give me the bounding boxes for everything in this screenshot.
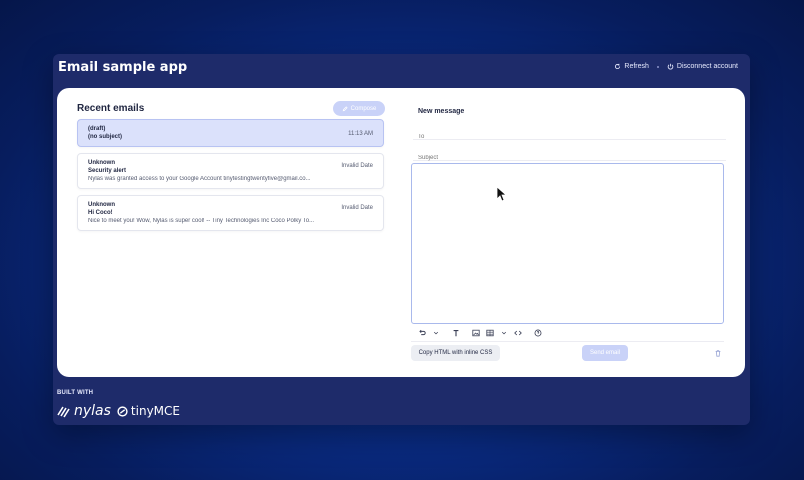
app-title: Email sample app [58, 60, 188, 75]
toolbar-divider [411, 341, 724, 342]
nylas-wordmark: nylas [74, 403, 111, 419]
editor-toolbar [417, 328, 543, 338]
built-with-label: BUILT WITH [57, 390, 94, 396]
table-icon[interactable] [485, 328, 495, 338]
app-window: Email sample app Refresh Disconnect acco… [53, 54, 750, 425]
chevron-down-icon[interactable] [431, 328, 441, 338]
top-actions: Refresh Disconnect account [614, 63, 738, 70]
text-format-icon[interactable] [451, 328, 461, 338]
help-icon[interactable] [533, 328, 543, 338]
email-subject: Security alert [88, 168, 127, 174]
email-subject: Hi Coco! [88, 210, 113, 216]
pencil-icon [342, 105, 348, 111]
email-from: (draft) [88, 126, 106, 132]
chevron-down-icon[interactable] [499, 328, 509, 338]
email-subject: (no subject) [88, 134, 122, 140]
email-date: Invalid Date [341, 205, 373, 211]
footer-logos: nylas tinyMCE [57, 403, 180, 419]
email-date: 11:13 AM [348, 131, 373, 137]
send-email-button[interactable]: Send email [582, 345, 628, 361]
mouse-cursor-icon [496, 186, 506, 202]
undo-icon[interactable] [417, 328, 427, 338]
subject-input[interactable] [413, 155, 731, 161]
nylas-mark-icon [57, 406, 70, 418]
trash-icon[interactable] [714, 349, 722, 357]
refresh-icon [615, 63, 621, 70]
separator-dot [656, 65, 659, 68]
code-icon[interactable] [513, 328, 523, 338]
subject-field-row [413, 146, 731, 161]
tinymce-logo: tinyMCE [117, 404, 180, 418]
recent-emails-title: Recent emails [77, 103, 145, 114]
image-icon[interactable] [471, 328, 481, 338]
email-item[interactable]: Unknown Security alert Nylas was granted… [77, 153, 384, 189]
message-editor[interactable] [411, 163, 724, 324]
tinymce-wordmark: tinyMCE [130, 404, 180, 418]
email-from: Unknown [88, 160, 115, 166]
tinymce-mark-icon [117, 405, 128, 417]
email-item[interactable]: Unknown Hi Coco! Nice to meet you! Wow, … [77, 195, 384, 231]
email-date: Invalid Date [341, 163, 373, 169]
composer-title: New message [418, 108, 465, 115]
email-list: (draft) (no subject) 11:13 AM Unknown Se… [77, 119, 384, 237]
email-item[interactable]: (draft) (no subject) 11:13 AM [77, 119, 384, 147]
nylas-logo: nylas [57, 403, 111, 419]
email-from: Unknown [88, 202, 115, 208]
refresh-button[interactable]: Refresh [614, 63, 649, 70]
disconnect-label: Disconnect account [676, 63, 738, 70]
copy-html-button[interactable]: Copy HTML with inline CSS [411, 345, 500, 361]
email-snippet: Nylas was granted access to your Google … [88, 176, 311, 182]
main-card: Recent emails Compose (draft) (no subjec… [57, 88, 745, 377]
disconnect-account-button[interactable]: Disconnect account [667, 63, 738, 70]
compose-button[interactable]: Compose [333, 101, 385, 116]
email-snippet: Nice to meet you! Wow, Nylas is super co… [88, 218, 315, 224]
refresh-label: Refresh [624, 63, 649, 70]
to-field-row [413, 125, 731, 140]
compose-label: Compose [350, 105, 377, 112]
power-icon [667, 63, 674, 70]
to-input[interactable] [413, 134, 731, 140]
